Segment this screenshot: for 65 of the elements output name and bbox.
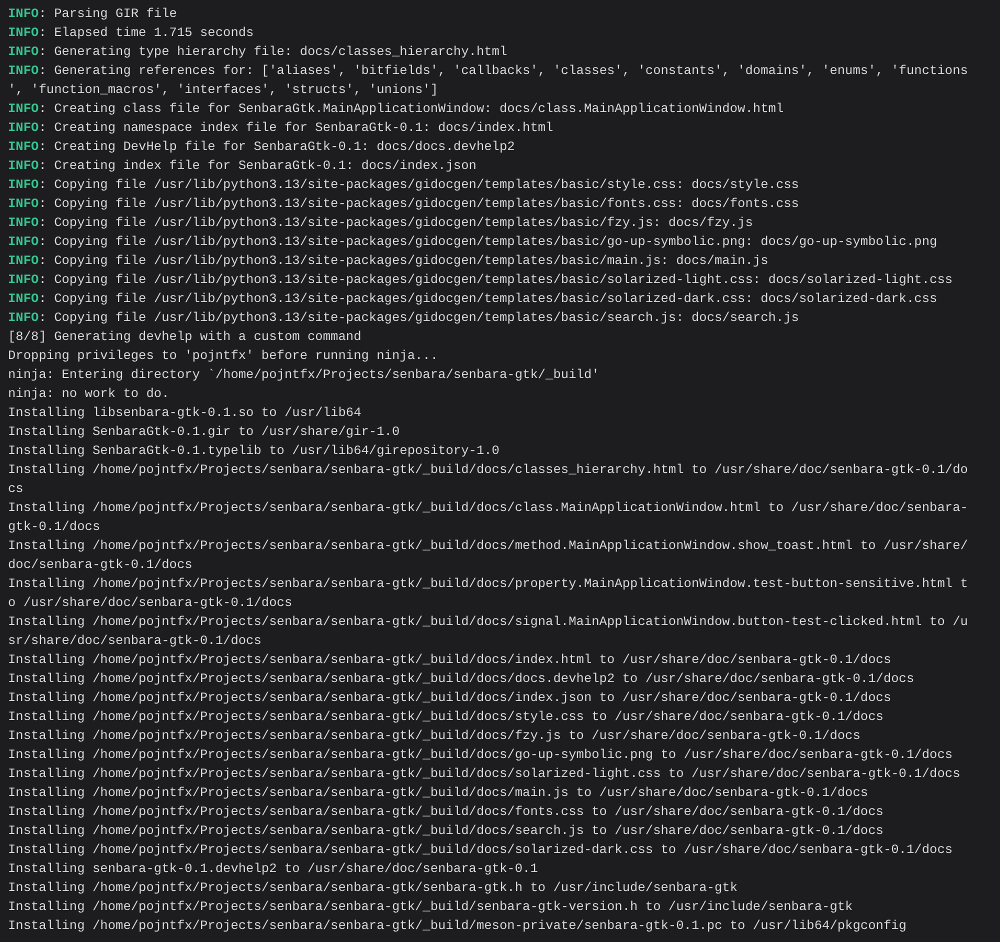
log-level: INFO xyxy=(8,177,39,192)
log-message: : Generating references for: ['aliases', 'bitfields', 'callbacks', 'classes', 'constants', 'domains', 'enums', 'functions xyxy=(38,63,968,78)
output-line: Installing /home/pojntfx/Projects/senbara/senbara-gtk/senbara-gtk.h to /usr/include/senbara-gtk xyxy=(8,880,738,895)
output-line: Installing /home/pojntfx/Projects/senbara/senbara-gtk/_build/docs/property.MainApplicationWindow.test-button-sensitive.html t xyxy=(8,576,968,591)
log-level: INFO xyxy=(8,158,39,173)
output-line: Installing /home/pojntfx/Projects/senbara/senbara-gtk/_build/docs/style.css to /usr/share/doc/senbara-gtk-0.1/docs xyxy=(8,709,884,724)
log-message: : Copying file /usr/lib/python3.13/site-packages/gidocgen/templates/basic/main.js: docs/main.js xyxy=(38,253,768,268)
log-message: : Copying file /usr/lib/python3.13/site-packages/gidocgen/templates/basic/fzy.js: docs/fzy.js xyxy=(38,215,753,230)
log-level: INFO xyxy=(8,101,39,116)
log-level: INFO xyxy=(8,120,39,135)
output-line: Installing senbara-gtk-0.1.devhelp2 to /usr/share/doc/senbara-gtk-0.1 xyxy=(8,861,538,876)
output-line: Installing /home/pojntfx/Projects/senbara/senbara-gtk/_build/docs/go-up-symbolic.png to /usr/share/doc/senbara-gtk-0.1/docs xyxy=(8,747,953,762)
output-line: Dropping privileges to 'pojntfx' before running ninja... xyxy=(8,348,438,363)
output-line: Installing /home/pojntfx/Projects/senbara/senbara-gtk/_build/docs/class.MainApplicationWindow.html to /usr/share/doc/senbara- xyxy=(8,500,968,515)
output-line: gtk-0.1/docs xyxy=(8,519,100,534)
output-line: Installing /home/pojntfx/Projects/senbara/senbara-gtk/_build/docs/solarized-dark.css to /usr/share/doc/senbara-gtk-0.1/docs xyxy=(8,842,953,857)
log-level: INFO xyxy=(8,253,39,268)
output-line: doc/senbara-gtk-0.1/docs xyxy=(8,557,192,572)
log-message: : Creating namespace index file for SenbaraGtk-0.1: docs/index.html xyxy=(38,120,554,135)
log-level: INFO xyxy=(8,6,39,21)
output-line: Installing /home/pojntfx/Projects/senbara/senbara-gtk/_build/docs/docs.devhelp2 to /usr/share/doc/senbara-gtk-0.1/docs xyxy=(8,671,914,686)
log-level: INFO xyxy=(8,63,39,78)
log-level: INFO xyxy=(8,291,39,306)
output-line: Installing /home/pojntfx/Projects/senbara/senbara-gtk/_build/meson-private/senbara-gtk-0.1.pc to /usr/lib64/pkgconfig xyxy=(8,918,906,933)
log-message: : Copying file /usr/lib/python3.13/site-packages/gidocgen/templates/basic/go-up-symbolic.png: docs/go-up-symbolic.png xyxy=(38,234,938,249)
log-message: : Copying file /usr/lib/python3.13/site-packages/gidocgen/templates/basic/solarized-light.css: docs/solarized-light.css xyxy=(38,272,953,287)
log-level: INFO xyxy=(8,272,39,287)
output-line: Installing /home/pojntfx/Projects/senbara/senbara-gtk/_build/docs/fzy.js to /usr/share/doc/senbara-gtk-0.1/docs xyxy=(8,728,860,743)
output-line: sr/share/doc/senbara-gtk-0.1/docs xyxy=(8,633,262,648)
output-line: Installing /home/pojntfx/Projects/senbara/senbara-gtk/_build/docs/search.js to /usr/share/doc/senbara-gtk-0.1/docs xyxy=(8,823,884,838)
output-line: Installing SenbaraGtk-0.1.typelib to /usr/lib64/girepository-1.0 xyxy=(8,443,500,458)
log-message: : Creating DevHelp file for SenbaraGtk-0.1: docs/docs.devhelp2 xyxy=(38,139,515,154)
output-line: Installing /home/pojntfx/Projects/senbara/senbara-gtk/_build/docs/fonts.css to /usr/share/doc/senbara-gtk-0.1/docs xyxy=(8,804,884,819)
output-line: Installing /home/pojntfx/Projects/senbara/senbara-gtk/_build/docs/classes_hierarchy.html to /usr/share/doc/senbara-gtk-0.1/do xyxy=(8,462,968,477)
log-message: : Copying file /usr/lib/python3.13/site-packages/gidocgen/templates/basic/solarized-dark.css: docs/solarized-dark.css xyxy=(38,291,938,306)
output-line: Installing /home/pojntfx/Projects/senbara/senbara-gtk/_build/docs/index.json to /usr/share/doc/senbara-gtk-0.1/docs xyxy=(8,690,892,705)
output-line: Installing /home/pojntfx/Projects/senbara/senbara-gtk/_build/docs/method.MainApplicationWindow.show_toast.html to /usr/share/ xyxy=(8,538,968,553)
log-level: INFO xyxy=(8,310,39,325)
output-line: ninja: Entering directory `/home/pojntfx/Projects/senbara/senbara-gtk/_build' xyxy=(8,367,600,382)
log-message: : Generating type hierarchy file: docs/classes_hierarchy.html xyxy=(38,44,508,59)
output-line: Installing /home/pojntfx/Projects/senbara/senbara-gtk/_build/docs/signal.MainApplicationWindow.button-test-clicked.html to /u xyxy=(8,614,968,629)
output-line: Installing /home/pojntfx/Projects/senbara/senbara-gtk/_build/docs/main.js to /usr/share/doc/senbara-gtk-0.1/docs xyxy=(8,785,868,800)
log-level: INFO xyxy=(8,234,39,249)
output-line: ', 'function_macros', 'interfaces', 'structs', 'unions'] xyxy=(8,82,438,97)
output-line: Installing /home/pojntfx/Projects/senbara/senbara-gtk/_build/senbara-gtk-version.h to /usr/include/senbara-gtk xyxy=(8,899,853,914)
log-message: : Copying file /usr/lib/python3.13/site-packages/gidocgen/templates/basic/fonts.css: docs/fonts.css xyxy=(38,196,799,211)
output-line: Installing /home/pojntfx/Projects/senbara/senbara-gtk/_build/docs/solarized-light.css to /usr/share/doc/senbara-gtk-0.1/docs xyxy=(8,766,960,781)
output-line: [8/8] Generating devhelp with a custom command xyxy=(8,329,362,344)
output-line: Installing libsenbara-gtk-0.1.so to /usr/lib64 xyxy=(8,405,362,420)
log-level: INFO xyxy=(8,44,39,59)
output-line: cs xyxy=(8,481,24,496)
output-line: Installing /home/pojntfx/Projects/senbara/senbara-gtk/_build/docs/index.html to /usr/share/doc/senbara-gtk-0.1/docs xyxy=(8,652,892,667)
log-message: : Parsing GIR file xyxy=(38,6,177,21)
output-line: o /usr/share/doc/senbara-gtk-0.1/docs xyxy=(8,595,292,610)
log-level: INFO xyxy=(8,139,39,154)
log-level: INFO xyxy=(8,196,39,211)
log-level: INFO xyxy=(8,25,39,40)
output-line: ninja: no work to do. xyxy=(8,386,170,401)
log-message: : Copying file /usr/lib/python3.13/site-packages/gidocgen/templates/basic/search.js: docs/search.js xyxy=(38,310,799,325)
log-level: INFO xyxy=(8,215,39,230)
log-message: : Elapsed time 1.715 seconds xyxy=(38,25,254,40)
output-line: Installing SenbaraGtk-0.1.gir to /usr/share/gir-1.0 xyxy=(8,424,400,439)
log-message: : Creating class file for SenbaraGtk.MainApplicationWindow: docs/class.MainApplicationWindow.html xyxy=(38,101,784,116)
log-message: : Creating index file for SenbaraGtk-0.1: docs/index.json xyxy=(38,158,476,173)
log-message: : Copying file /usr/lib/python3.13/site-packages/gidocgen/templates/basic/style.css: docs/style.css xyxy=(38,177,799,192)
